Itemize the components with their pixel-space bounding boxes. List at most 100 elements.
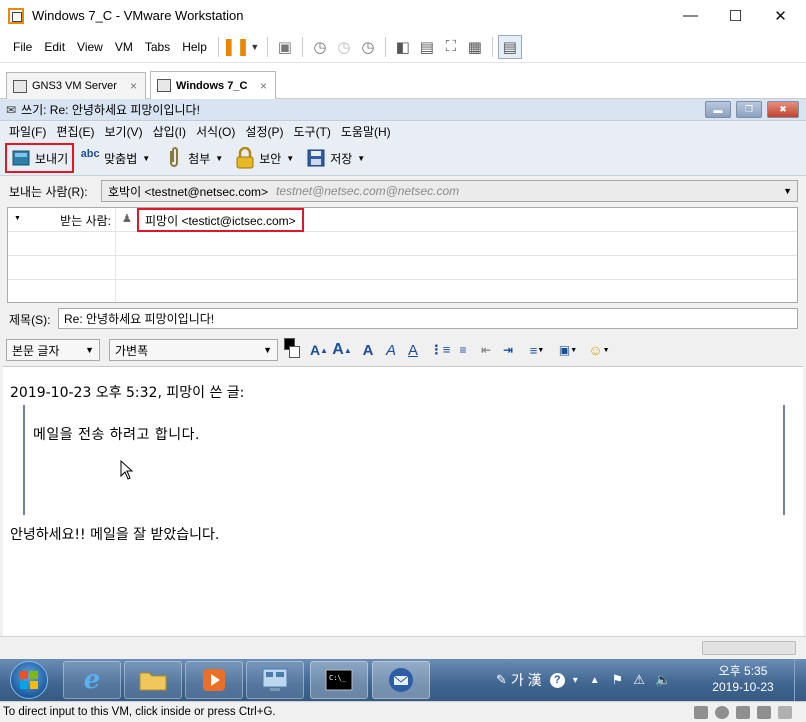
mouse-cursor-icon: [120, 460, 134, 480]
compose-close-button[interactable]: ✖: [767, 101, 799, 118]
larger-font-icon[interactable]: A ▲: [310, 340, 328, 360]
attach-button[interactable]: 첨부 ▼: [160, 143, 227, 173]
minimize-button[interactable]: —: [668, 0, 713, 31]
windows-logo-icon: [20, 671, 38, 689]
chevron-down-icon[interactable]: ▼: [248, 35, 262, 59]
svg-text:C:\_: C:\_: [329, 674, 347, 682]
recipient-row-empty[interactable]: [8, 232, 797, 256]
preferences-icon[interactable]: ▤: [497, 34, 522, 59]
volume-muted-icon[interactable]: 🔈: [655, 672, 671, 688]
tab-close-icon[interactable]: ×: [260, 79, 267, 93]
chevron-down-icon[interactable]: ▼: [357, 154, 365, 163]
vm-input-hint: To direct input to this VM, click inside…: [3, 706, 276, 718]
menu-tabs[interactable]: Tabs: [139, 40, 176, 54]
cd-drive-icon[interactable]: [715, 706, 729, 719]
snapshot-icon[interactable]: ◷: [308, 35, 332, 59]
chevron-down-icon[interactable]: ▼: [142, 154, 150, 163]
network-icon[interactable]: ▣: [273, 35, 297, 59]
menu-view[interactable]: 보기(V): [99, 123, 147, 140]
taskbar-media-player[interactable]: [185, 661, 243, 699]
menu-edit[interactable]: Edit: [38, 40, 71, 54]
align-icon[interactable]: ≡ ▼: [526, 340, 548, 360]
menu-help[interactable]: Help: [176, 40, 213, 54]
compose-restore-button[interactable]: ❐: [736, 101, 762, 118]
chevron-down-icon[interactable]: ▼: [215, 154, 223, 163]
status-progress: [702, 641, 796, 655]
chevron-down-icon[interactable]: ▼: [286, 154, 294, 163]
font-select[interactable]: 가변폭 ▼: [109, 339, 278, 361]
menu-vm[interactable]: VM: [109, 40, 139, 54]
message-log-icon[interactable]: [778, 706, 792, 719]
ime-icon[interactable]: ✎: [496, 672, 507, 688]
network-warning-icon[interactable]: ⚑: [612, 672, 624, 688]
menu-help[interactable]: 도움말(H): [336, 123, 396, 140]
menu-edit[interactable]: 편집(E): [51, 123, 99, 140]
ime-options-icon[interactable]: ▾: [573, 675, 578, 686]
clock-date: 2019-10-23: [712, 680, 774, 694]
taskbar-file-explorer[interactable]: [124, 661, 182, 699]
indent-icon[interactable]: ⇥: [500, 340, 516, 360]
spellcheck-button[interactable]: abc 맞춤법 ▼: [76, 143, 154, 173]
menu-format[interactable]: 서식(O): [191, 123, 240, 140]
network-adapter-icon[interactable]: [736, 706, 750, 719]
outdent-icon[interactable]: ⇤: [478, 340, 494, 360]
close-button[interactable]: ✕: [758, 0, 803, 31]
start-button[interactable]: [10, 661, 48, 699]
paperclip-icon: [164, 147, 184, 168]
menu-insert[interactable]: 삽입(I): [148, 123, 191, 140]
pause-icon[interactable]: ❚❚: [222, 35, 251, 59]
menu-file[interactable]: 파일(F): [4, 123, 51, 140]
tab-close-icon[interactable]: ×: [130, 79, 137, 93]
save-button[interactable]: 저장 ▼: [302, 143, 369, 173]
taskbar-control-panel[interactable]: [246, 661, 304, 699]
underline-icon[interactable]: A: [406, 340, 420, 360]
action-center-icon[interactable]: ⚠: [633, 672, 645, 688]
tab-gns3-vm-server[interactable]: GNS3 VM Server ×: [6, 72, 146, 99]
clock[interactable]: 오후 5:35 2019-10-23: [700, 663, 786, 695]
recipient-type-select[interactable]: ▼ 받는 사람:: [8, 208, 116, 231]
usb-icon[interactable]: [757, 706, 771, 719]
numbered-list-icon[interactable]: ≡: [455, 340, 471, 360]
chevron-down-icon[interactable]: ▼: [783, 186, 792, 196]
ime-indicator[interactable]: 가 漢: [511, 670, 542, 690]
recipient-row: ▼ 받는 사람: ♟ 피망이 <testict@ictsec.com>: [8, 208, 797, 232]
console-view-icon[interactable]: ▤: [415, 35, 439, 59]
from-select[interactable]: 호박이 <testnet@netsec.com> testnet@netsec.…: [101, 180, 798, 202]
snapshot-manager-icon[interactable]: ◷: [356, 35, 380, 59]
recipient-row-empty[interactable]: [8, 280, 797, 304]
unity-icon[interactable]: ▦: [463, 35, 487, 59]
menu-tools[interactable]: 도구(T): [288, 123, 335, 140]
tab-windows-7-c[interactable]: Windows 7_C ×: [150, 71, 276, 99]
sidebar-view-icon[interactable]: ◧: [391, 35, 415, 59]
recipient-row-empty[interactable]: [8, 256, 797, 280]
taskbar-thunderbird[interactable]: [372, 661, 430, 699]
chevron-down-icon: ▼: [263, 345, 272, 355]
show-hidden-icons[interactable]: ▲: [590, 675, 600, 686]
taskbar-command-prompt[interactable]: C:\_: [310, 661, 368, 699]
subject-input[interactable]: Re: 안녕하세요 피망이입니다!: [58, 308, 798, 329]
thunderbird-icon: [389, 668, 413, 692]
paragraph-style-select[interactable]: 본문 글자 ▼: [6, 339, 100, 361]
text-color-picker[interactable]: [284, 338, 300, 358]
send-button[interactable]: 보내기: [5, 143, 75, 173]
hard-disk-icon[interactable]: [694, 706, 708, 719]
compose-menubar: 파일(F) 편집(E) 보기(V) 삽입(I) 서식(O) 설정(P) 도구(T…: [0, 122, 806, 141]
help-icon[interactable]: ?: [549, 672, 565, 688]
menu-file[interactable]: File: [7, 40, 38, 54]
revert-snapshot-icon[interactable]: ◷: [332, 35, 356, 59]
menu-options[interactable]: 설정(P): [240, 123, 288, 140]
smiley-icon[interactable]: ☺ ▼: [586, 340, 612, 360]
fullscreen-icon[interactable]: ⛶: [439, 35, 463, 59]
menu-view[interactable]: View: [71, 40, 109, 54]
maximize-button[interactable]: ☐: [713, 0, 758, 31]
insert-image-icon[interactable]: ▣ ▼: [555, 340, 581, 360]
show-desktop-button[interactable]: [794, 659, 806, 701]
security-button[interactable]: 보안 ▼: [231, 143, 298, 173]
bold-icon[interactable]: A: [361, 340, 375, 360]
smaller-font-icon[interactable]: A ▲: [332, 340, 351, 360]
bullet-list-icon[interactable]: ⋮≡: [430, 340, 451, 360]
recipient-input[interactable]: 피망이 <testict@ictsec.com>: [137, 208, 304, 232]
italic-icon[interactable]: A: [384, 340, 398, 360]
taskbar-internet-explorer[interactable]: e: [63, 661, 121, 699]
compose-minimize-button[interactable]: ▬: [705, 101, 731, 118]
